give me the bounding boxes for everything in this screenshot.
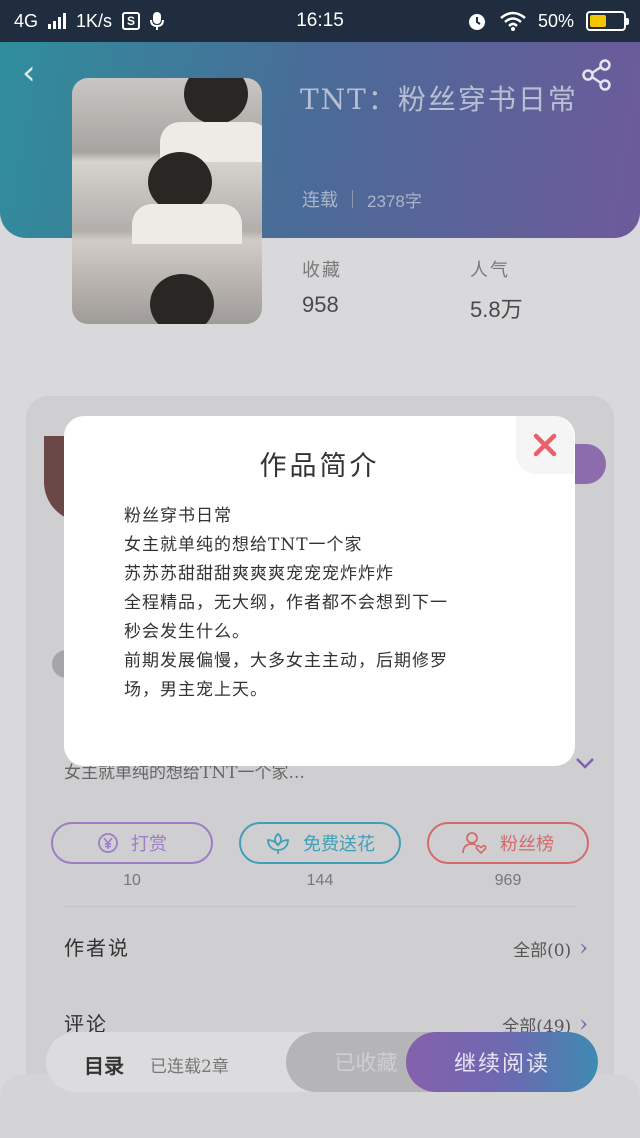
favorited-label: 已收藏 — [334, 1051, 398, 1075]
divider — [64, 906, 576, 907]
modal-close-button[interactable] — [516, 416, 574, 474]
alarm-icon — [468, 14, 485, 30]
close-icon — [533, 433, 557, 457]
reward-button[interactable]: 打赏 — [51, 822, 213, 864]
intro-line: 粉丝穿书日常 — [124, 506, 232, 526]
author-says-link[interactable]: 全部(0) › — [513, 936, 588, 961]
intro-line: 前期发展偏慢，大多女主主动，后期修罗 — [124, 651, 448, 671]
modal-body: 粉丝穿书日常 女主就单纯的想给TNT一个家 苏苏苏甜甜甜爽爽爽宠宠宠炸炸炸 全程… — [124, 502, 544, 705]
chevron-down-icon[interactable] — [574, 752, 596, 774]
reward-label: 打赏 — [131, 834, 167, 855]
author-says-count: 全部(0) — [513, 941, 572, 961]
signal-icon — [48, 13, 67, 29]
continue-reading-label: 继续阅读 — [453, 1052, 550, 1077]
intro-line: 全程精品，无大纲，作者都不会想到下一 — [124, 593, 448, 613]
wifi-icon — [500, 11, 526, 31]
network-speed: 1K/s — [76, 10, 113, 31]
popularity-value: 5.8万 — [470, 297, 523, 322]
meta-divider — [352, 190, 353, 208]
author-says-label: 作者说 — [64, 936, 130, 960]
battery-icon — [586, 11, 629, 31]
intro-line: 苏苏苏甜甜甜爽爽爽宠宠宠炸炸炸 — [124, 564, 394, 584]
intro-line: 秒会发生什么。 — [124, 622, 250, 642]
chevron-right-icon: › — [579, 935, 588, 961]
toc-button[interactable]: 目录 — [84, 1050, 124, 1079]
word-count: 2378字 — [367, 191, 422, 211]
intro-line: 女主就单纯的想给TNT一个家 — [124, 535, 363, 555]
popularity-stat: 人气 5.8万 — [470, 256, 523, 324]
fan-count: 969 — [494, 872, 522, 889]
yen-coin-icon — [98, 833, 118, 853]
send-flower-label: 免费送花 — [303, 834, 375, 855]
reward-count: 10 — [123, 872, 141, 889]
popularity-label: 人气 — [470, 260, 510, 281]
chevron-right-icon: › — [579, 1011, 588, 1037]
book-status: 连载 — [302, 190, 338, 211]
battery-percent: 50% — [537, 10, 574, 31]
continue-reading-button[interactable]: 继续阅读 — [406, 1032, 598, 1092]
send-flower-button[interactable]: 免费送花 — [239, 822, 401, 864]
favorites-stat: 收藏 958 — [302, 256, 342, 318]
fan-ranking-button[interactable]: 粉丝榜 — [427, 822, 589, 864]
back-arrow-icon[interactable]: ‹ — [22, 56, 36, 90]
bottom-bar: 目录 已连载2章 已收藏 继续阅读 — [46, 1032, 598, 1092]
fan-ranking-label: 粉丝榜 — [500, 834, 554, 855]
flower-count: 144 — [306, 872, 334, 889]
favorites-value: 958 — [302, 292, 339, 317]
s-app-icon: S — [122, 12, 141, 30]
book-meta: 连载 2378字 — [302, 186, 422, 212]
fan-heart-icon — [462, 832, 487, 855]
book-cover-image[interactable] — [72, 78, 262, 324]
intro-line: 场，男主宠上天。 — [124, 680, 268, 700]
status-bar: 4G 1K/s S 16:15 50% — [0, 0, 640, 42]
microphone-icon — [150, 12, 165, 30]
chapter-count: 已连载2章 — [150, 1057, 229, 1077]
book-title: TNT：粉丝穿书日常 — [300, 83, 578, 116]
favorites-label: 收藏 — [302, 260, 342, 281]
flower-icon — [267, 832, 289, 854]
intro-modal: 作品简介 粉丝穿书日常 女主就单纯的想给TNT一个家 苏苏苏甜甜甜爽爽爽宠宠宠炸… — [64, 416, 575, 766]
modal-title: 作品简介 — [259, 451, 380, 482]
network-type: 4G — [14, 10, 39, 31]
